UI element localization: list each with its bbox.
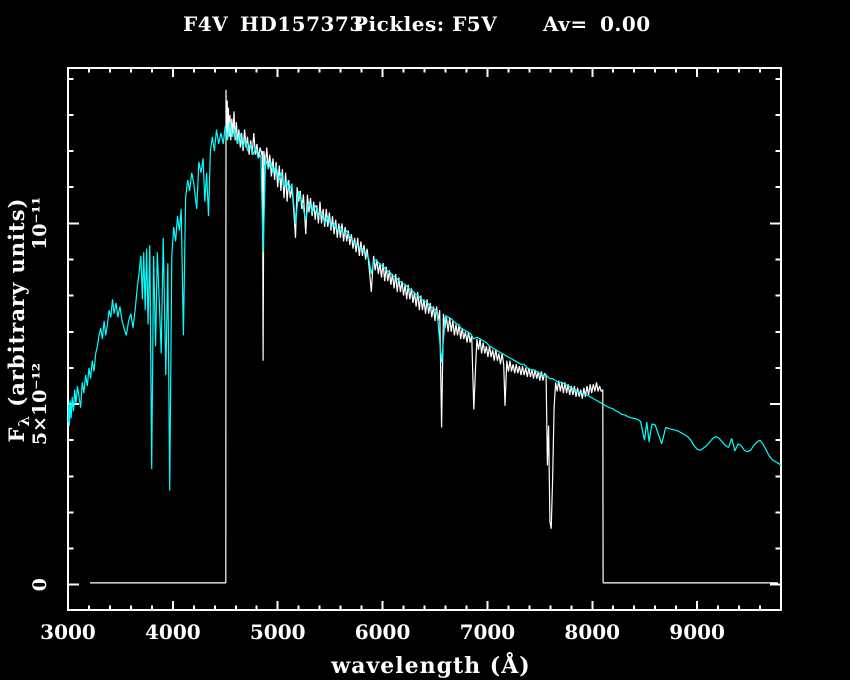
x-axis-title: wavelength (Å) xyxy=(330,652,530,679)
spectrum-line-observed-spectrum-HD157373 xyxy=(90,90,778,583)
title-av-label: Av= xyxy=(542,12,588,36)
y-axis-title-lambda-subscript: λ xyxy=(15,415,33,427)
y-tick-labels: 0 5×10⁻¹² 10⁻¹¹ xyxy=(29,197,51,592)
y-axis-title-f: F xyxy=(4,427,29,443)
x-tick-label: 3000 xyxy=(40,620,96,644)
title-av-value: 0.00 xyxy=(600,12,651,36)
x-tick-label: 9000 xyxy=(669,620,725,644)
y-tick-label: 5×10⁻¹² xyxy=(29,363,51,445)
spectrum-plot-window: F4V HD157373 Pickles: F5V Av= 0.00 3000 4… xyxy=(0,0,850,680)
x-tick-label: 4000 xyxy=(145,620,201,644)
x-tick-label: 6000 xyxy=(355,620,411,644)
spectrum-chart: F4V HD157373 Pickles: F5V Av= 0.00 3000 4… xyxy=(0,0,850,680)
x-tick-label: 5000 xyxy=(250,620,306,644)
title-star-id: HD157373 xyxy=(240,12,364,36)
y-axis-title: Fλ (arbitrary units) xyxy=(4,198,33,443)
x-tick-labels: 3000 4000 5000 6000 7000 8000 9000 xyxy=(40,620,725,644)
x-tick-label: 7000 xyxy=(460,620,516,644)
spectra xyxy=(68,90,781,583)
y-tick-label: 0 xyxy=(29,578,51,591)
plot-frame xyxy=(68,68,781,610)
y-axis-title-units: (arbitrary units) xyxy=(4,198,29,416)
axes-box xyxy=(68,68,781,610)
y-tick-label: 10⁻¹¹ xyxy=(29,197,51,250)
title-template-label: Pickles: F5V xyxy=(353,12,497,36)
title-spectral-type: F4V xyxy=(183,12,228,36)
chart-title: F4V HD157373 Pickles: F5V Av= 0.00 xyxy=(183,12,651,36)
x-tick-label: 8000 xyxy=(564,620,620,644)
